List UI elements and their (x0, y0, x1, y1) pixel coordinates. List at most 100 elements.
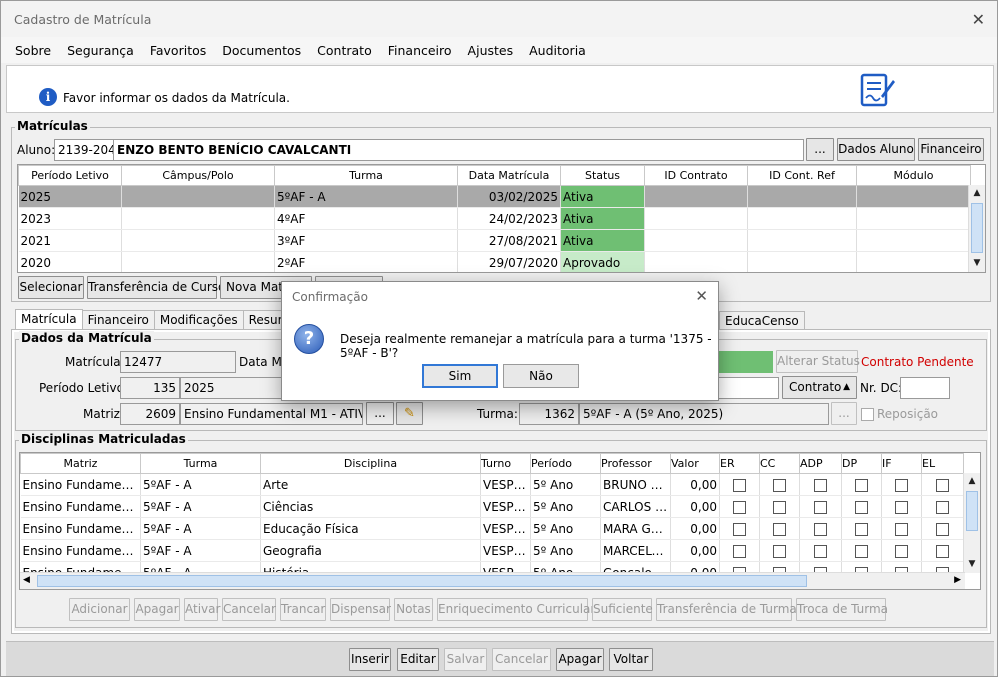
data-field[interactable] (713, 377, 779, 399)
col-status[interactable]: Status (560, 165, 645, 186)
ativar-button[interactable]: Ativar (184, 598, 220, 621)
suficiente-button[interactable]: Suficiente (592, 598, 653, 621)
if-checkbox[interactable] (895, 544, 908, 558)
dp-checkbox[interactable] (855, 478, 868, 492)
col-periodo[interactable]: Período (530, 453, 601, 474)
table-row[interactable]: 2025 5ºAF - A 03/02/2025 Ativa (18, 185, 971, 208)
dp-checkbox[interactable] (855, 522, 868, 536)
menu-ajustes[interactable]: Ajustes (468, 43, 514, 58)
menu-contrato[interactable]: Contrato (317, 43, 372, 58)
col-professor[interactable]: Professor (600, 453, 671, 474)
scroll-up-icon[interactable]: ▲ (969, 185, 985, 202)
sim-button[interactable]: Sim (422, 364, 498, 388)
scroll-down-icon[interactable]: ▼ (964, 556, 980, 573)
dp-checkbox[interactable] (855, 544, 868, 558)
scroll-down-icon[interactable]: ▼ (969, 255, 985, 272)
tab-financeiro[interactable]: Financeiro (81, 310, 155, 330)
disciplinas-hscroll[interactable]: ◀ ▶ (20, 572, 965, 589)
col-el[interactable]: EL (921, 453, 964, 474)
matriculas-vscroll[interactable]: ▲ ▼ (968, 185, 985, 272)
nr-dc-field[interactable] (900, 377, 950, 399)
hscroll-thumb[interactable] (37, 575, 807, 587)
aluno-name-field[interactable]: ENZO BENTO BENÍCIO CAVALCANTI (113, 139, 804, 161)
inserir-button[interactable]: Inserir (349, 648, 391, 671)
table-row[interactable]: 2020 2ºAF 29/07/2020 Aprovado (18, 251, 971, 272)
col-cc[interactable]: CC (759, 453, 800, 474)
disciplinas-vscroll[interactable]: ▲ ▼ (963, 473, 980, 573)
menu-seguranca[interactable]: Segurança (67, 43, 134, 58)
adicionar-button[interactable]: Adicionar (69, 598, 130, 621)
col-dp[interactable]: DP (841, 453, 882, 474)
menu-auditoria[interactable]: Auditoria (529, 43, 586, 58)
cancelar-button[interactable]: Cancelar (222, 598, 276, 621)
table-row[interactable]: 2023 4ºAF 24/02/2023 Ativa (18, 207, 971, 230)
cancelar-button[interactable]: Cancelar (492, 648, 551, 671)
el-checkbox[interactable] (936, 500, 949, 514)
col-id-contrato[interactable]: ID Contrato (644, 165, 748, 186)
el-checkbox[interactable] (936, 478, 949, 492)
col-data[interactable]: Data Matrícula (457, 165, 561, 186)
if-checkbox[interactable] (895, 522, 908, 536)
adp-checkbox[interactable] (814, 544, 827, 558)
col-id-cont-ref[interactable]: ID Cont. Ref (747, 165, 857, 186)
table-row[interactable]: Ensino Fundamental...5ºAF - AArteVESPE..… (20, 473, 964, 496)
if-checkbox[interactable] (895, 478, 908, 492)
menu-documentos[interactable]: Documentos (222, 43, 301, 58)
er-checkbox[interactable] (733, 500, 746, 514)
alterar-status-button[interactable]: Alterar Status (776, 350, 860, 373)
salvar-button[interactable]: Salvar (444, 648, 487, 671)
adp-checkbox[interactable] (814, 522, 827, 536)
tab-matricula[interactable]: Matrícula (15, 309, 83, 330)
el-checkbox[interactable] (936, 522, 949, 536)
edit-pencil-button[interactable]: ✎ (396, 402, 423, 425)
table-row[interactable]: Ensino Fundamental...5ºAF - AGeografiaVE… (20, 539, 964, 562)
col-turma[interactable]: Turma (274, 165, 458, 186)
editar-button[interactable]: Editar (397, 648, 439, 671)
col-turno[interactable]: Turno (480, 453, 531, 474)
aluno-lookup-button[interactable]: ... (806, 138, 834, 161)
col-campus[interactable]: Câmpus/Polo (121, 165, 275, 186)
col-if[interactable]: IF (881, 453, 922, 474)
close-icon[interactable]: ✕ (972, 10, 985, 29)
matriz-lookup-button[interactable]: ... (366, 402, 394, 425)
dispensar-button[interactable]: Dispensar (330, 598, 391, 621)
col-er[interactable]: ER (719, 453, 760, 474)
transferencia-curso-button[interactable]: Transferência de Curso (87, 276, 225, 299)
dados-aluno-button[interactable]: Dados Aluno (837, 138, 915, 161)
cc-checkbox[interactable] (773, 522, 786, 536)
table-row[interactable]: Ensino Fundamental...5ºAF - AEducação Fí… (20, 517, 964, 540)
tab-educacenso[interactable]: EducaCenso (719, 311, 805, 331)
scroll-thumb[interactable] (966, 491, 978, 531)
menu-favoritos[interactable]: Favoritos (150, 43, 206, 58)
contrato-button[interactable]: Contrato ▲ (782, 376, 857, 399)
dp-checkbox[interactable] (855, 500, 868, 514)
scroll-left-icon[interactable]: ◀ (23, 575, 30, 585)
table-row[interactable]: 2021 3ºAF 27/08/2021 Ativa (18, 229, 971, 252)
menu-sobre[interactable]: Sobre (15, 43, 51, 58)
scroll-up-icon[interactable]: ▲ (964, 473, 980, 490)
transferencia-turma-button[interactable]: Transferência de Turma (656, 598, 797, 621)
col-modulo[interactable]: Módulo (856, 165, 971, 186)
scroll-thumb[interactable] (971, 203, 983, 253)
el-checkbox[interactable] (936, 544, 949, 558)
scroll-right-icon[interactable]: ▶ (954, 575, 961, 585)
enriquecimento-button[interactable]: Enriquecimento Curricular (437, 598, 595, 621)
er-checkbox[interactable] (733, 522, 746, 536)
er-checkbox[interactable] (733, 478, 746, 492)
apagar-button[interactable]: Apagar (556, 648, 604, 671)
er-checkbox[interactable] (733, 544, 746, 558)
turma-lookup-button[interactable]: ... (831, 402, 857, 425)
col-adp[interactable]: ADP (799, 453, 842, 474)
adp-checkbox[interactable] (814, 478, 827, 492)
troca-turma-button[interactable]: Troca de Turma (796, 598, 888, 621)
menu-financeiro[interactable]: Financeiro (388, 43, 452, 58)
col-turma[interactable]: Turma (140, 453, 261, 474)
adp-checkbox[interactable] (814, 500, 827, 514)
selecionar-button[interactable]: Selecionar (18, 276, 84, 299)
col-periodo[interactable]: Período Letivo (18, 165, 122, 186)
cc-checkbox[interactable] (773, 478, 786, 492)
notas-button[interactable]: Notas (394, 598, 433, 621)
reposicao-checkbox[interactable] (861, 408, 874, 421)
cc-checkbox[interactable] (773, 500, 786, 514)
if-checkbox[interactable] (895, 500, 908, 514)
